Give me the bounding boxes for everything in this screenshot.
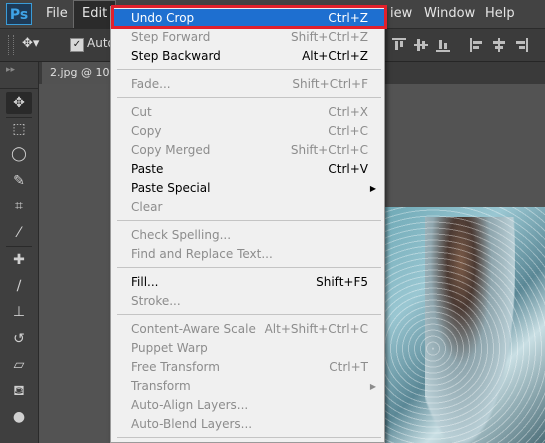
align-top-edges-icon[interactable] (392, 38, 406, 52)
submenu-arrow-icon: ▶ (369, 382, 376, 391)
menu-item-free-transform: Free Transform Ctrl+T (131, 360, 368, 374)
marquee-tool-icon[interactable]: ⬚ (6, 118, 32, 140)
tools-panel: ▸▸ ✥ ⬚ ◯ ✎ ⌗ ⁄ ✚ ∕ ⊥ ↺ ▱ ⛾ ● (0, 62, 39, 443)
blur-tool-icon[interactable]: ● (6, 406, 32, 428)
menu-help[interactable]: Help (477, 0, 523, 28)
align-left-edges-icon[interactable] (470, 38, 484, 52)
tool-separator (6, 246, 32, 247)
photo-water-spray (385, 207, 545, 443)
menu-window[interactable]: Window (416, 0, 483, 28)
menu-item-undo-crop[interactable]: Undo Crop Ctrl+Z (111, 9, 384, 28)
menu-separator (117, 437, 381, 438)
menu-item-paste-special[interactable]: Paste Special ▶ (111, 179, 384, 198)
menu-separator (117, 314, 381, 315)
menu-item-step-forward: Step Forward Shift+Ctrl+Z (131, 30, 368, 44)
menu-item-fill[interactable]: Fill... Shift+F5 (111, 273, 384, 292)
healing-brush-tool-icon[interactable]: ✚ (6, 249, 32, 271)
align-bottom-edges-icon[interactable] (436, 38, 450, 52)
menu-separator (117, 97, 381, 98)
menu-item-fade: Fade... Shift+Ctrl+F (131, 77, 368, 91)
menu-separator (117, 220, 381, 221)
menu-item-copy-merged: Copy Merged Shift+Ctrl+C (131, 143, 368, 157)
menu-item-copy: Copy Ctrl+C (131, 124, 368, 138)
brush-tool-icon[interactable]: ∕ (6, 275, 32, 297)
menu-separator (117, 267, 381, 268)
menu-separator (117, 69, 381, 70)
lasso-tool-icon[interactable]: ◯ (6, 143, 32, 165)
align-horizontal-centers-icon[interactable] (492, 38, 506, 52)
menu-item-find-and-replace: Find and Replace Text... (131, 247, 273, 261)
crop-tool-icon[interactable]: ⌗ (6, 195, 32, 217)
menu-item-puppet-warp: Puppet Warp (131, 341, 208, 355)
move-tool-preset-icon[interactable]: ✥▾ (22, 36, 44, 54)
clone-stamp-tool-icon[interactable]: ⊥ (6, 301, 32, 323)
align-vertical-centers-icon[interactable] (414, 38, 428, 52)
menu-item-cut: Cut Ctrl+X (131, 105, 368, 119)
edit-menu-dropdown: Undo Crop Ctrl+Z Step Forward Shift+Ctrl+Z… (110, 6, 385, 443)
menu-item-content-aware-scale: Content-Aware Scale Alt+Shift+Ctrl+C (131, 322, 368, 336)
history-brush-tool-icon[interactable]: ↺ (6, 328, 32, 350)
menu-item-auto-blend-layers: Auto-Blend Layers... (131, 417, 253, 431)
move-tool-icon[interactable]: ✥ (6, 92, 32, 114)
align-right-edges-icon[interactable] (514, 38, 528, 52)
menu-item-clear: Clear (131, 200, 163, 214)
menu-item-auto-align-layers: Auto-Align Layers... (131, 398, 249, 412)
photoshop-logo: Ps (6, 3, 32, 25)
menu-item-check-spelling: Check Spelling... (131, 228, 232, 242)
options-bar-grip[interactable] (8, 35, 14, 55)
tools-panel-collapse-icon[interactable]: ▸▸ (0, 62, 38, 89)
menu-file[interactable]: File (38, 0, 76, 28)
submenu-arrow-icon: ▶ (369, 184, 376, 193)
menu-item-paste[interactable]: Paste Ctrl+V (111, 160, 384, 179)
canvas-image[interactable] (385, 207, 545, 443)
eraser-tool-icon[interactable]: ▱ (6, 354, 32, 376)
menu-item-stroke: Stroke... (131, 294, 181, 308)
quick-selection-tool-icon[interactable]: ✎ (6, 170, 32, 192)
auto-select-checkbox[interactable]: ✓ (70, 38, 84, 52)
menu-view[interactable]: iew (382, 0, 420, 28)
menu-item-step-backward[interactable]: Step Backward Alt+Ctrl+Z (111, 47, 384, 66)
menu-item-transform: Transform ▶ (111, 377, 384, 396)
eyedropper-tool-icon[interactable]: ⁄ (6, 222, 32, 244)
paint-bucket-tool-icon[interactable]: ⛾ (6, 380, 32, 402)
